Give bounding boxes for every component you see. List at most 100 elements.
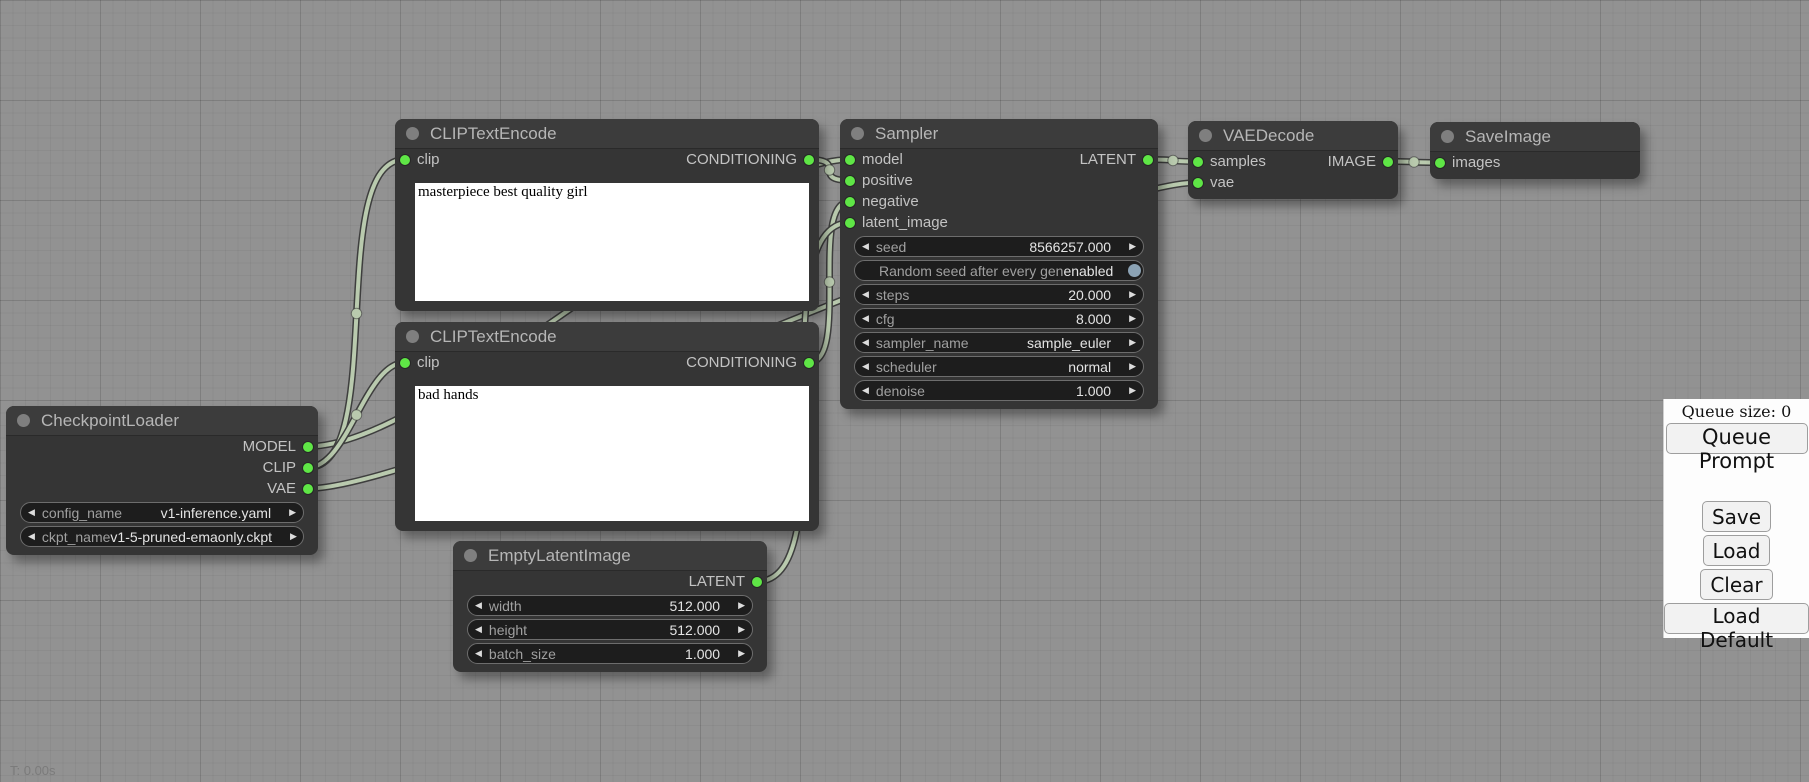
input-dot-negative[interactable] (845, 197, 855, 207)
input-dot-model[interactable] (845, 155, 855, 165)
input-label-samples: samples (1210, 151, 1266, 172)
clear-button[interactable]: Clear (1700, 569, 1772, 600)
node-empty-latent-image[interactable]: EmptyLatentImage LATENT ◀width512.000▶ ◀hei… (453, 541, 767, 672)
prompt-textarea[interactable]: masterpiece best quality girl (415, 183, 809, 301)
queue-prompt-button[interactable]: Queue Prompt (1666, 423, 1808, 454)
node-sampler[interactable]: SamplermodelLATENTpositivenegativelatent… (840, 119, 1158, 409)
left-arrow-icon[interactable]: ◀ (21, 527, 42, 546)
node-titlebar[interactable]: CheckpointLoader (6, 406, 318, 436)
node-clip-text-encode-positive[interactable]: CLIPTextEncodeclipCONDITIONING masterpiec… (395, 119, 819, 311)
node-title: CheckpointLoader (41, 411, 179, 431)
output-dot-IMAGE[interactable] (1383, 157, 1393, 167)
collapse-dot-icon[interactable] (851, 127, 864, 140)
output-dot-LATENT[interactable] (752, 577, 762, 587)
right-arrow-icon[interactable]: ▶ (1122, 309, 1143, 328)
widget-value: 8566257.000 (1029, 239, 1122, 255)
left-arrow-icon[interactable]: ◀ (855, 333, 876, 352)
widget-value: sample_euler (1027, 335, 1122, 351)
node-checkpoint-loader[interactable]: CheckpointLoaderMODELCLIPVAE◀config_name… (6, 406, 318, 555)
left-arrow-icon[interactable]: ◀ (855, 357, 876, 376)
widget-value: 512.000 (669, 622, 731, 638)
widget-label: Random seed after every gen (855, 263, 1063, 279)
widget-label: steps (876, 287, 909, 303)
widget-random-seed-after-every-gen[interactable]: Random seed after every genenabled (854, 260, 1144, 281)
node-titlebar[interactable]: VAEDecode (1188, 121, 1398, 151)
widget-height[interactable]: ◀height512.000▶ (467, 619, 753, 640)
collapse-dot-icon[interactable] (1199, 129, 1212, 142)
widget-batch-size[interactable]: ◀batch_size1.000▶ (467, 643, 753, 664)
right-arrow-icon[interactable]: ▶ (731, 596, 752, 615)
slot-row: VAE (6, 478, 318, 499)
node-clip-text-encode-negative[interactable]: CLIPTextEncodeclipCONDITIONINGbad hands (395, 322, 819, 531)
collapse-dot-icon[interactable] (406, 127, 419, 140)
output-dot-CONDITIONING[interactable] (804, 358, 814, 368)
right-arrow-icon[interactable]: ▶ (1122, 381, 1143, 400)
widget-label: scheduler (876, 359, 937, 375)
input-dot-vae[interactable] (1193, 178, 1203, 188)
input-dot-clip[interactable] (400, 155, 410, 165)
node-titlebar[interactable]: SaveImage (1430, 122, 1640, 152)
right-arrow-icon[interactable]: ▶ (282, 503, 303, 522)
widget-label: seed (876, 239, 906, 255)
node-titlebar[interactable]: EmptyLatentImage (453, 541, 767, 571)
right-arrow-icon[interactable]: ▶ (1122, 285, 1143, 304)
widget-sampler-name[interactable]: ◀sampler_namesample_euler▶ (854, 332, 1144, 353)
input-label-images: images (1452, 152, 1500, 173)
input-dot-positive[interactable] (845, 176, 855, 186)
right-arrow-icon[interactable]: ▶ (1122, 237, 1143, 256)
graph-canvas[interactable]: { "canvas": { "stats_text": "T: 0.00s" }… (0, 0, 1809, 782)
left-arrow-icon[interactable]: ◀ (855, 309, 876, 328)
left-arrow-icon[interactable]: ◀ (468, 596, 489, 615)
widget-config-name[interactable]: ◀config_namev1-inference.yaml▶ (20, 502, 304, 523)
widget-ckpt-name[interactable]: ◀ckpt_namev1-5-pruned-emaonly.ckpt▶ (20, 526, 304, 547)
input-dot-images[interactable] (1435, 158, 1445, 168)
load-button[interactable]: Load (1703, 535, 1771, 566)
right-arrow-icon[interactable]: ▶ (1122, 357, 1143, 376)
node-titlebar[interactable]: CLIPTextEncode (395, 119, 819, 149)
widget-scheduler[interactable]: ◀schedulernormal▶ (854, 356, 1144, 377)
node-titlebar[interactable]: Sampler (840, 119, 1158, 149)
prompt-textarea[interactable]: bad hands (415, 386, 809, 521)
node-vae-decode[interactable]: VAEDecodesamplesIMAGEvae (1188, 121, 1398, 199)
right-arrow-icon[interactable]: ▶ (731, 620, 752, 639)
collapse-dot-icon[interactable] (17, 414, 30, 427)
widget-seed[interactable]: ◀seed 8566257.000▶ (854, 236, 1144, 257)
output-dot-MODEL[interactable] (303, 442, 313, 452)
slot-row: clipCONDITIONING (395, 149, 819, 170)
load-default-button[interactable]: Load Default (1664, 603, 1809, 634)
left-arrow-icon[interactable]: ◀ (468, 620, 489, 639)
left-arrow-icon[interactable]: ◀ (855, 237, 876, 256)
right-arrow-icon[interactable]: ▶ (1122, 333, 1143, 352)
widget-denoise[interactable]: ◀denoise1.000▶ (854, 380, 1144, 401)
output-dot-VAE[interactable] (303, 484, 313, 494)
collapse-dot-icon[interactable] (1441, 130, 1454, 143)
output-dot-CLIP[interactable] (303, 463, 313, 473)
collapse-dot-icon[interactable] (464, 549, 477, 562)
input-dot-samples[interactable] (1193, 157, 1203, 167)
slot-row: samplesIMAGE (1188, 151, 1398, 172)
slot-row: CLIP (6, 457, 318, 478)
toggle-dot-icon[interactable] (1128, 264, 1141, 277)
output-dot-CONDITIONING[interactable] (804, 155, 814, 165)
input-dot-latent_image[interactable] (845, 218, 855, 228)
left-arrow-icon[interactable]: ◀ (468, 644, 489, 663)
right-arrow-icon[interactable]: ▶ (731, 644, 752, 663)
collapse-dot-icon[interactable] (406, 330, 419, 343)
left-arrow-icon[interactable]: ◀ (21, 503, 42, 522)
widget-value: 20.000 (1068, 287, 1122, 303)
left-arrow-icon[interactable]: ◀ (855, 381, 876, 400)
save-button[interactable]: Save (1702, 501, 1771, 532)
widget-steps[interactable]: ◀steps 20.000▶ (854, 284, 1144, 305)
output-dot-LATENT[interactable] (1143, 155, 1153, 165)
node-save-image[interactable]: SaveImageimages (1430, 122, 1640, 179)
input-label-latent_image: latent_image (862, 212, 948, 233)
right-arrow-icon[interactable]: ▶ (283, 527, 304, 546)
node-title: EmptyLatentImage (488, 546, 631, 566)
widget-cfg[interactable]: ◀cfg8.000▶ (854, 308, 1144, 329)
input-dot-clip[interactable] (400, 358, 410, 368)
slot-row: vae (1188, 172, 1398, 193)
widget-width[interactable]: ◀width512.000▶ (467, 595, 753, 616)
output-label-LATENT: LATENT (689, 571, 745, 592)
node-titlebar[interactable]: CLIPTextEncode (395, 322, 819, 352)
left-arrow-icon[interactable]: ◀ (855, 285, 876, 304)
